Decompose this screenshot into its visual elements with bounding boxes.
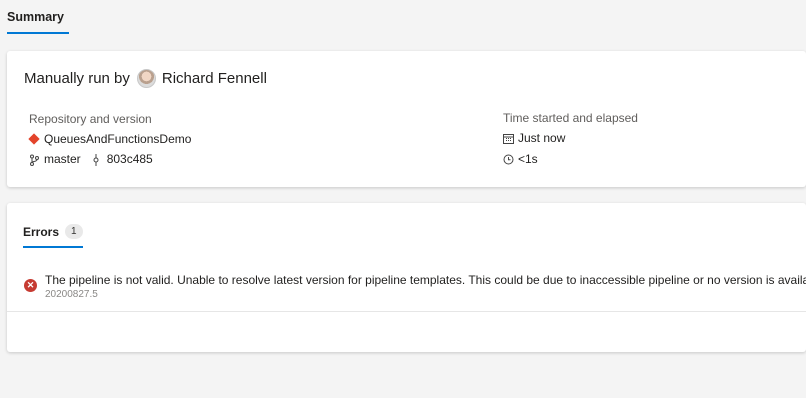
error-item[interactable]: ✕ The pipeline is not valid. Unable to r… xyxy=(24,273,806,300)
run-title-prefix: Manually run by xyxy=(24,70,130,87)
tab-summary[interactable]: Summary xyxy=(7,10,69,34)
errors-count-badge: 1 xyxy=(65,224,83,239)
started-value: Just now xyxy=(518,131,566,145)
commit-icon xyxy=(92,153,103,166)
errors-card: Errors 1 ✕ The pipeline is not valid. Un… xyxy=(7,203,806,352)
elapsed-value: <1s xyxy=(518,152,538,166)
error-run-id: 20200827.5 xyxy=(45,289,98,300)
error-icon: ✕ xyxy=(24,279,37,292)
user-name[interactable]: Richard Fennell xyxy=(162,70,267,87)
elapsed-row: <1s xyxy=(503,152,538,166)
tab-errors[interactable]: Errors 1 xyxy=(23,224,83,248)
clock-icon xyxy=(503,154,514,165)
repo-section-label: Repository and version xyxy=(29,112,152,126)
divider xyxy=(7,311,806,312)
started-row: Just now xyxy=(503,131,565,145)
avatar xyxy=(136,69,156,88)
branch-icon xyxy=(29,154,40,166)
branch-name[interactable]: master xyxy=(44,152,81,166)
version-row: master 803c485 xyxy=(29,152,153,166)
repo-row[interactable]: QueuesAndFunctionsDemo xyxy=(28,132,191,146)
repo-name[interactable]: QueuesAndFunctionsDemo xyxy=(44,132,191,146)
run-title: Manually run by Richard Fennell xyxy=(24,69,267,88)
run-summary-card: Manually run by Richard Fennell Reposito… xyxy=(7,51,806,187)
tab-bar: Summary xyxy=(0,0,806,36)
errors-tab-label: Errors xyxy=(23,224,60,239)
calendar-icon xyxy=(503,133,514,144)
error-message: The pipeline is not valid. Unable to res… xyxy=(45,273,806,287)
repo-icon xyxy=(28,133,40,145)
time-section-label: Time started and elapsed xyxy=(503,111,638,125)
commit-id[interactable]: 803c485 xyxy=(107,152,153,166)
